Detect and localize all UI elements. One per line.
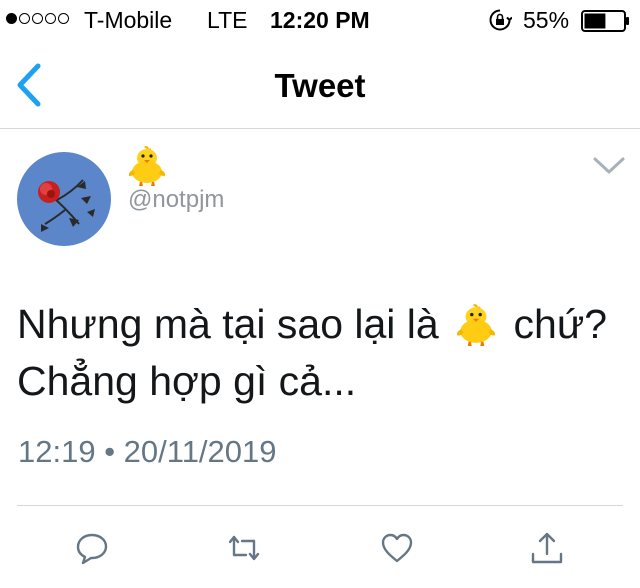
like-button[interactable] [379, 530, 415, 566]
baby-chick-emoji-icon [457, 303, 496, 346]
carrier-name: T-Mobile [84, 7, 173, 33]
user-handle[interactable]: @notpjm [128, 186, 224, 214]
tweet-text-line2: Chẳng hợp gì cả... [17, 358, 357, 404]
share-button[interactable] [529, 530, 565, 566]
tweet-text-part1: Nhưng mà tại sao lại là [17, 301, 439, 347]
network-type: LTE [207, 7, 248, 33]
like-icon [381, 533, 413, 563]
more-options-button[interactable] [592, 154, 626, 178]
divider [17, 505, 623, 506]
share-icon [531, 532, 563, 564]
reply-button[interactable] [74, 530, 110, 566]
retweet-icon [228, 535, 260, 561]
status-time: 12:20 PM [270, 7, 370, 33]
signal-strength-icon [6, 13, 69, 24]
page-title: Tweet [274, 67, 366, 104]
rose-avatar-image [17, 152, 111, 246]
retweet-button[interactable] [226, 530, 262, 566]
battery-icon [581, 10, 629, 32]
display-name-chick-emoji[interactable] [127, 144, 167, 187]
chevron-down-icon [593, 157, 625, 174]
reply-icon [76, 533, 108, 565]
avatar[interactable] [17, 152, 111, 246]
tweet-text-part2: chứ? [513, 301, 608, 347]
tweet-timestamp: 12:19 • 20/11/2019 [18, 434, 277, 469]
status-bar: T-Mobile LTE 12:20 PM 55% [0, 0, 640, 40]
battery-percent: 55% [523, 7, 570, 33]
rotation-lock-icon [489, 9, 512, 31]
tweet-text: Nhưng mà tại sao lại là chứ? Chẳng hợp g… [17, 296, 627, 410]
baby-chick-emoji-icon [128, 145, 166, 187]
navigation-bar: Tweet [0, 40, 640, 129]
